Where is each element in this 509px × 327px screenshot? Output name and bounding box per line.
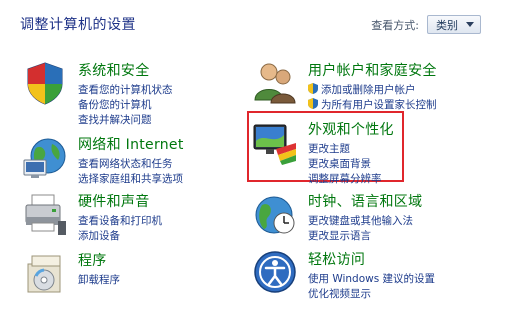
category-title[interactable]: 程序 [78,250,120,270]
category-title[interactable]: 用户帐户和家庭安全 [308,60,437,80]
link-adjust-resolution[interactable]: 调整屏幕分辨率 [308,172,394,187]
chevron-down-icon [466,22,474,27]
link-change-display-language[interactable]: 更改显示语言 [308,229,422,244]
users-icon[interactable] [252,60,298,106]
link-homegroup[interactable]: 选择家庭组和共享选项 [78,172,184,187]
link-backup[interactable]: 备份您的计算机 [78,98,173,113]
category-title[interactable]: 硬件和声音 [78,191,162,211]
programs-icon[interactable] [22,250,68,296]
link-change-keyboard[interactable]: 更改键盘或其他输入法 [308,214,422,229]
network-globe-icon[interactable] [22,134,68,180]
page-title: 调整计算机的设置 [20,17,136,33]
link-devices-printers[interactable]: 查看设备和打印机 [78,214,162,229]
view-by-dropdown[interactable]: 类别 [427,15,481,34]
view-by-label: 查看方式: [371,18,419,32]
view-by: 查看方式: 类别 [371,15,481,34]
category-title[interactable]: 外观和个性化 [308,119,394,139]
ease-of-access-icon[interactable] [252,249,298,295]
link-troubleshoot[interactable]: 查找并解决问题 [78,113,173,128]
view-by-value: 类别 [436,18,458,32]
link-network-status[interactable]: 查看网络状态和任务 [78,157,184,172]
link-add-remove-accounts-label: 添加或删除用户帐户 [321,84,416,96]
link-view-status[interactable]: 查看您的计算机状态 [78,83,173,98]
link-add-device[interactable]: 添加设备 [78,229,162,244]
link-parental-controls-label: 为所有用户设置家长控制 [321,99,437,111]
link-recommended-settings[interactable]: 使用 Windows 建议的设置 [308,272,435,287]
printer-icon[interactable] [22,191,68,237]
link-add-remove-accounts[interactable]: 添加或删除用户帐户 [308,83,437,98]
appearance-monitor-icon[interactable] [252,119,298,165]
link-change-theme[interactable]: 更改主题 [308,142,394,157]
link-optimize-display[interactable]: 优化视频显示 [308,287,435,302]
category-title[interactable]: 系统和安全 [78,60,173,80]
category-title[interactable]: 时钟、语言和区域 [308,191,422,211]
clock-globe-icon[interactable] [252,191,298,237]
uac-shield-icon [308,83,318,94]
link-change-background[interactable]: 更改桌面背景 [308,157,394,172]
link-uninstall[interactable]: 卸载程序 [78,273,120,288]
category-title[interactable]: 网络和 Internet [78,134,184,154]
uac-shield-icon [308,98,318,109]
shield-icon[interactable] [22,60,68,106]
category-title[interactable]: 轻松访问 [308,249,435,269]
